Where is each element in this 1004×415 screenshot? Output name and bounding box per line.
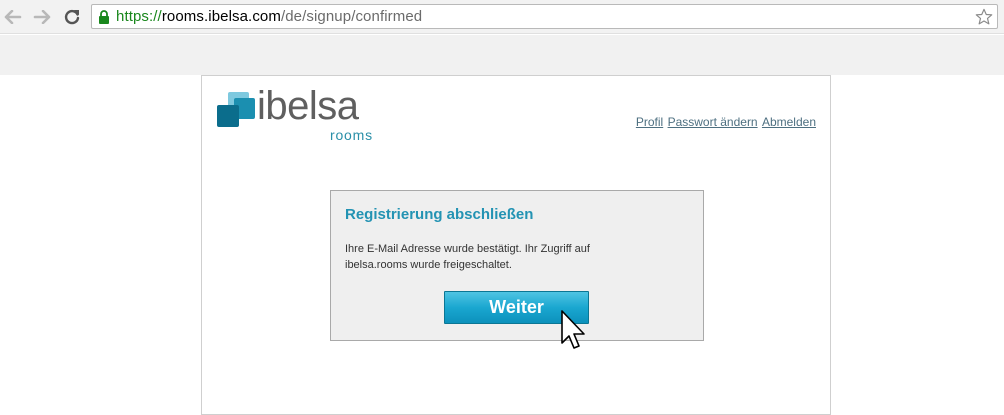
url-host: rooms.ibelsa.com: [161, 8, 281, 25]
url-text: https://rooms.ibelsa.com/de/signup/confi…: [116, 8, 422, 25]
star-icon[interactable]: [975, 8, 993, 31]
reload-icon[interactable]: [61, 6, 83, 28]
logo-mark-icon: [217, 92, 255, 127]
logo-word: ibelsa: [257, 84, 359, 128]
logo-sub: rooms: [330, 127, 373, 143]
account-links: Profil Passwort ändern Abmelden: [635, 115, 816, 129]
mouse-pointer-icon: [561, 310, 589, 359]
address-bar[interactable]: https://rooms.ibelsa.com/de/signup/confi…: [91, 4, 998, 29]
url-path: /de/signup/confirmed: [280, 8, 423, 25]
link-abmelden[interactable]: Abmelden: [762, 115, 816, 129]
link-passwort-aendern[interactable]: Passwort ändern: [668, 115, 758, 129]
page-panel: ibelsa rooms Profil Passwort ändern Abme…: [201, 75, 831, 415]
ibelsa-logo[interactable]: ibelsa rooms: [217, 84, 377, 143]
browser-toolbar: https://rooms.ibelsa.com/de/signup/confi…: [0, 0, 1004, 34]
url-scheme: https://: [116, 8, 162, 25]
forward-arrow-icon[interactable]: [31, 6, 53, 28]
card-message: Ihre E-Mail Adresse wurde bestätigt. Ihr…: [345, 241, 675, 273]
card-message-line-2: ibelsa.rooms wurde freigeschaltet.: [345, 259, 512, 271]
confirmation-card: Registrierung abschließen Ihre E-Mail Ad…: [330, 190, 704, 341]
lock-icon: [98, 10, 110, 29]
page-top-strip: [0, 35, 1004, 75]
card-title: Registrierung abschließen: [345, 206, 534, 223]
back-arrow-icon[interactable]: [2, 6, 24, 28]
card-message-line-1: Ihre E-Mail Adresse wurde bestätigt. Ihr…: [345, 243, 590, 255]
link-profil[interactable]: Profil: [636, 115, 663, 129]
